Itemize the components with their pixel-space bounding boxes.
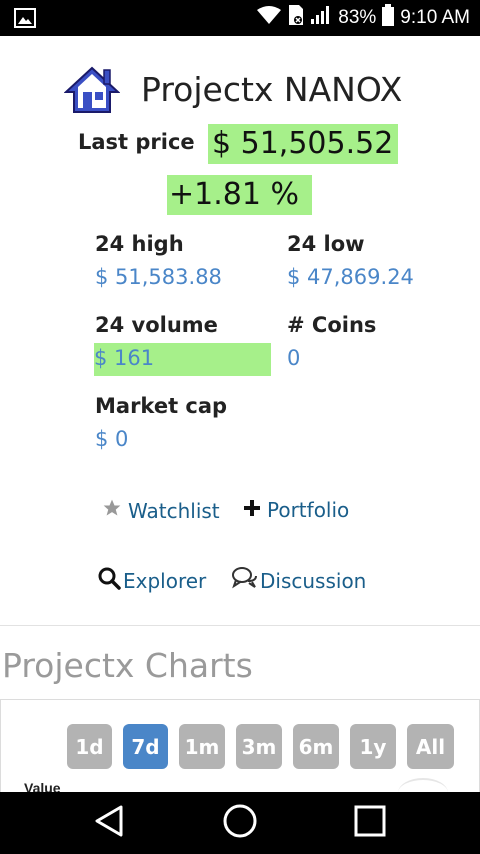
- charts-title: Projectx Charts: [2, 646, 253, 685]
- no-sim-icon: [288, 4, 304, 32]
- status-bar: 83% 9:10 AM: [0, 0, 480, 36]
- gallery-notification-icon: [14, 8, 36, 28]
- last-price-value: $ 51,505.52: [208, 124, 398, 164]
- home-circle-icon: [222, 803, 258, 844]
- panel-border: [0, 700, 1, 800]
- recents-button[interactable]: [335, 792, 405, 854]
- search-icon: [97, 566, 121, 595]
- last-price-label: Last price: [78, 130, 195, 154]
- watchlist-label: Watchlist: [128, 498, 220, 523]
- portfolio-label: Portfolio: [267, 498, 350, 522]
- home-icon[interactable]: [63, 64, 121, 116]
- high-label: 24 high: [95, 232, 184, 256]
- clock: 9:10 AM: [400, 7, 470, 28]
- market-cap-value: $ 0: [95, 427, 129, 451]
- watchlist-button[interactable]: Watchlist: [102, 498, 220, 523]
- range-button-1m[interactable]: 1m: [179, 724, 225, 769]
- high-value: $ 51,583.88: [95, 265, 222, 289]
- signal-icon: [310, 5, 332, 31]
- range-button-7d[interactable]: 7d: [123, 724, 168, 769]
- back-triangle-icon: [93, 804, 125, 843]
- section-divider: [0, 625, 480, 626]
- price-change-value: +1.81 %: [167, 175, 312, 215]
- navigation-bar: [0, 792, 480, 854]
- plus-icon: [243, 498, 261, 522]
- chart-panel: 1d 7d 1m 3m 6m 1y All Value: [0, 699, 480, 800]
- home-button[interactable]: [205, 792, 275, 854]
- comments-icon: [232, 566, 258, 595]
- discussion-label: Discussion: [260, 568, 367, 593]
- explorer-button[interactable]: Explorer: [97, 566, 206, 595]
- volume-value: $ 161: [94, 343, 271, 376]
- range-button-1d[interactable]: 1d: [67, 724, 112, 769]
- back-button[interactable]: [74, 792, 144, 854]
- range-button-6m[interactable]: 6m: [293, 724, 339, 769]
- volume-label: 24 volume: [95, 313, 218, 337]
- coins-label: # Coins: [287, 313, 377, 337]
- discussion-button[interactable]: Discussion: [232, 566, 366, 595]
- star-icon: [102, 498, 122, 523]
- low-value: $ 47,869.24: [287, 265, 414, 289]
- market-cap-label: Market cap: [95, 394, 228, 418]
- portfolio-button[interactable]: Portfolio: [243, 498, 349, 522]
- battery-icon: [382, 4, 395, 32]
- explorer-label: Explorer: [123, 568, 207, 593]
- range-button-all[interactable]: All: [407, 724, 454, 769]
- range-selector: 1d 7d 1m 3m 6m 1y All: [67, 724, 454, 769]
- wifi-icon: [256, 5, 282, 31]
- battery-percent: 83%: [338, 7, 377, 28]
- low-label: 24 low: [287, 232, 365, 256]
- range-button-1y[interactable]: 1y: [350, 724, 396, 769]
- recents-square-icon: [353, 804, 387, 843]
- range-button-3m[interactable]: 3m: [236, 724, 282, 769]
- coin-header: Projectx NANOX: [0, 62, 480, 118]
- coin-title: Projectx NANOX: [141, 70, 403, 109]
- coins-value: 0: [287, 346, 301, 370]
